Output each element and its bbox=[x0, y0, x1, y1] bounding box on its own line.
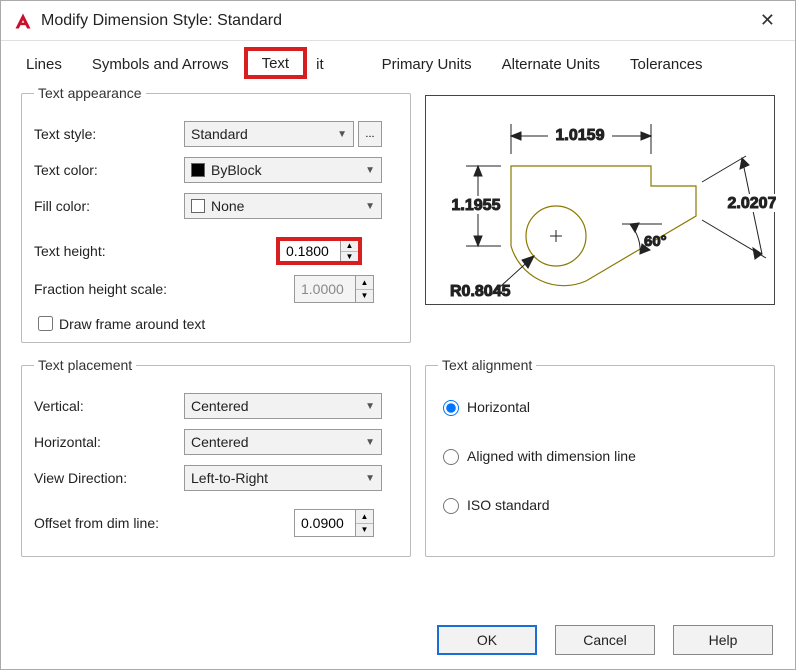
spin-up-icon: ▲ bbox=[356, 276, 373, 290]
tab-fit[interactable]: it bbox=[301, 47, 339, 79]
tab-symbols-arrows[interactable]: Symbols and Arrows bbox=[77, 47, 244, 79]
combo-vertical-value: Centered bbox=[191, 398, 249, 414]
input-fraction-scale bbox=[295, 276, 355, 302]
input-offset[interactable] bbox=[295, 510, 355, 536]
radio-horizontal[interactable]: Horizontal bbox=[438, 397, 762, 416]
window-title: Modify Dimension Style: Standard bbox=[41, 12, 752, 30]
dimension-preview: 1.0159 1.1955 2.0207 60° bbox=[425, 95, 775, 305]
checkbox-draw-frame[interactable]: Draw frame around text bbox=[34, 313, 398, 334]
preview-dim-top: 1.0159 bbox=[556, 127, 605, 144]
combo-text-style[interactable]: Standard ▼ bbox=[184, 121, 354, 147]
combo-text-style-value: Standard bbox=[191, 126, 248, 142]
preview-radius: R0.8045 bbox=[450, 283, 511, 300]
legend-alignment: Text alignment bbox=[438, 357, 536, 373]
close-icon[interactable]: ✕ bbox=[752, 6, 783, 35]
spin-down-icon[interactable]: ▼ bbox=[341, 252, 358, 262]
tab-alternate-units[interactable]: Alternate Units bbox=[487, 47, 615, 79]
radio-iso-input[interactable] bbox=[443, 498, 459, 514]
tab-primary-units[interactable]: Primary Units bbox=[367, 47, 487, 79]
combo-horizontal-value: Centered bbox=[191, 434, 249, 450]
preview-angle: 60° bbox=[644, 233, 667, 250]
dialog-window: Modify Dimension Style: Standard ✕ Lines… bbox=[0, 0, 796, 670]
combo-view-direction-value: Left-to-Right bbox=[191, 470, 268, 486]
chevron-down-icon: ▼ bbox=[337, 129, 347, 140]
preview-dim-left: 1.1955 bbox=[452, 197, 501, 214]
chevron-down-icon: ▼ bbox=[365, 437, 375, 448]
preview-dim-right: 2.0207 bbox=[728, 195, 776, 212]
input-text-height[interactable] bbox=[280, 241, 340, 261]
group-text-appearance: Text appearance Text style: Standard ▼ .… bbox=[21, 85, 411, 343]
group-text-placement: Text placement Vertical: Centered ▼ Hori… bbox=[21, 357, 411, 557]
checkbox-draw-frame-label: Draw frame around text bbox=[59, 316, 205, 332]
radio-horizontal-label: Horizontal bbox=[467, 399, 530, 415]
label-horizontal: Horizontal: bbox=[34, 434, 184, 450]
spin-up-icon[interactable]: ▲ bbox=[356, 510, 373, 524]
combo-text-color-value: ByBlock bbox=[211, 162, 262, 178]
checkbox-draw-frame-input[interactable] bbox=[38, 316, 53, 331]
tab-tolerances[interactable]: Tolerances bbox=[615, 47, 718, 79]
label-fraction-scale: Fraction height scale: bbox=[34, 281, 294, 297]
legend-placement: Text placement bbox=[34, 357, 136, 373]
label-fill-color: Fill color: bbox=[34, 198, 184, 214]
legend-appearance: Text appearance bbox=[34, 85, 146, 101]
ok-button[interactable]: OK bbox=[437, 625, 537, 655]
label-vertical: Vertical: bbox=[34, 398, 184, 414]
group-text-alignment: Text alignment Horizontal Aligned with d… bbox=[425, 357, 775, 557]
chevron-down-icon: ▼ bbox=[365, 473, 375, 484]
radio-iso[interactable]: ISO standard bbox=[438, 495, 762, 514]
cancel-button[interactable]: Cancel bbox=[555, 625, 655, 655]
combo-text-color[interactable]: ByBlock ▼ bbox=[184, 157, 382, 183]
combo-fill-color[interactable]: None ▼ bbox=[184, 193, 382, 219]
tab-text[interactable]: Text bbox=[244, 47, 308, 79]
color-swatch-none-icon bbox=[191, 199, 205, 213]
spin-up-icon[interactable]: ▲ bbox=[341, 241, 358, 252]
radio-aligned[interactable]: Aligned with dimension line bbox=[438, 446, 762, 465]
chevron-down-icon: ▼ bbox=[365, 401, 375, 412]
spinner-fraction-scale: ▲▼ bbox=[294, 275, 374, 303]
combo-horizontal[interactable]: Centered ▼ bbox=[184, 429, 382, 455]
ellipsis-icon: ... bbox=[365, 128, 374, 140]
help-button[interactable]: Help bbox=[673, 625, 773, 655]
button-bar: OK Cancel Help bbox=[437, 625, 773, 655]
label-offset: Offset from dim line: bbox=[34, 515, 294, 531]
spinner-text-height[interactable]: ▲▼ bbox=[276, 237, 362, 265]
label-text-color: Text color: bbox=[34, 162, 184, 178]
combo-fill-color-value: None bbox=[211, 198, 244, 214]
label-text-height: Text height: bbox=[34, 243, 276, 259]
tab-lines[interactable]: Lines bbox=[11, 47, 77, 79]
spinner-offset[interactable]: ▲▼ bbox=[294, 509, 374, 537]
titlebar: Modify Dimension Style: Standard ✕ bbox=[1, 1, 795, 41]
label-view-direction: View Direction: bbox=[34, 470, 184, 486]
color-swatch-icon bbox=[191, 163, 205, 177]
chevron-down-icon: ▼ bbox=[365, 165, 375, 176]
spin-down-icon[interactable]: ▼ bbox=[356, 524, 373, 537]
tab-bar: Lines Symbols and Arrows Text it Primary… bbox=[1, 41, 795, 79]
autocad-logo-icon bbox=[13, 11, 33, 31]
text-style-browse-button[interactable]: ... bbox=[358, 121, 382, 147]
radio-aligned-input[interactable] bbox=[443, 449, 459, 465]
radio-aligned-label: Aligned with dimension line bbox=[467, 448, 636, 464]
spin-down-icon: ▼ bbox=[356, 290, 373, 303]
chevron-down-icon: ▼ bbox=[365, 201, 375, 212]
radio-iso-label: ISO standard bbox=[467, 497, 550, 513]
combo-vertical[interactable]: Centered ▼ bbox=[184, 393, 382, 419]
combo-view-direction[interactable]: Left-to-Right ▼ bbox=[184, 465, 382, 491]
label-text-style: Text style: bbox=[34, 126, 184, 142]
radio-horizontal-input[interactable] bbox=[443, 400, 459, 416]
